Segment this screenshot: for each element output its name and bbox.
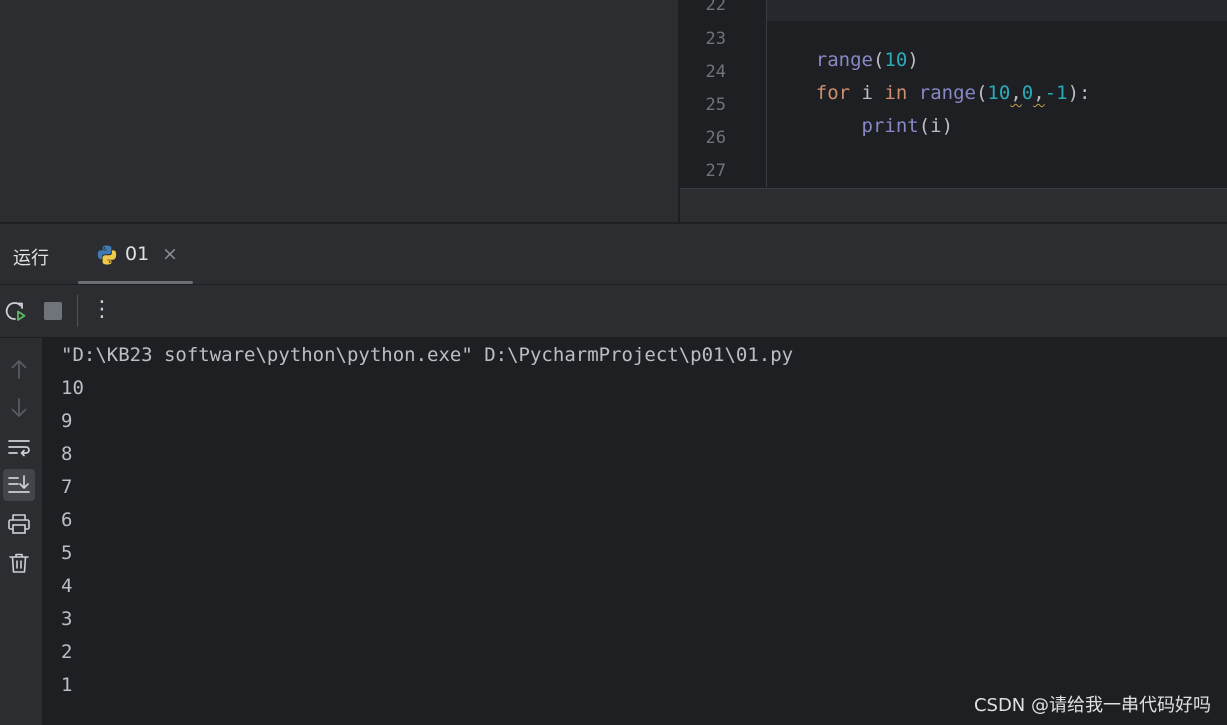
clear-all-button[interactable] <box>4 548 34 578</box>
scroll-to-end-icon <box>8 475 30 493</box>
scroll-to-end-button[interactable] <box>3 469 35 501</box>
stop-icon <box>44 302 62 320</box>
toolbar-separator <box>77 295 78 327</box>
console-output-line: 6 <box>61 509 73 531</box>
printer-icon <box>8 514 30 534</box>
line-number-gutter: 22 23 24 25 26 27 <box>680 0 767 187</box>
stop-button[interactable] <box>40 298 66 324</box>
console-output-line: 7 <box>61 476 73 498</box>
paren-colon: ): <box>1067 82 1091 104</box>
soft-wrap-icon <box>8 440 30 457</box>
line-number: 24 <box>705 62 726 82</box>
run-window-title: 运行 <box>13 248 49 269</box>
code-editor[interactable]: 22 23 24 25 26 27 range(10) for i in ran… <box>680 0 1227 187</box>
console-output-line: 1 <box>61 674 73 696</box>
arrow-up-icon <box>11 360 27 379</box>
comma-warning: , <box>1010 82 1022 104</box>
close-icon[interactable]: × <box>162 243 178 265</box>
print-args: (i) <box>918 115 954 137</box>
console-output-line: 10 <box>61 377 84 399</box>
console-side-toolbar <box>0 338 42 725</box>
console-output-line: 8 <box>61 443 73 465</box>
line-number: 25 <box>705 95 726 115</box>
console-output-line: 3 <box>61 608 73 630</box>
comma-warning: , <box>1033 82 1045 104</box>
console-output-line: 5 <box>61 542 73 564</box>
soft-wrap-button[interactable] <box>4 432 34 462</box>
watermark: CSDN @请给我一串代码好吗 <box>973 695 1211 716</box>
line-number: 22 <box>705 0 726 15</box>
print-button[interactable] <box>4 509 34 539</box>
python-icon <box>96 244 118 270</box>
editor-left-pane <box>0 0 678 222</box>
editor-bottom-area <box>680 188 1227 223</box>
scroll-down-button[interactable] <box>4 393 34 423</box>
run-tab-label: 01 <box>125 243 150 265</box>
current-line-highlight <box>767 0 1227 21</box>
line-number: 27 <box>705 161 726 181</box>
active-tab-indicator <box>78 281 193 284</box>
console-output-line: 4 <box>61 575 73 597</box>
run-toolbar: ⋮ <box>0 285 1227 338</box>
rerun-icon <box>5 302 26 321</box>
scroll-up-button[interactable] <box>4 354 34 384</box>
code-line-25[interactable]: print(i) <box>770 93 954 159</box>
console-output[interactable]: "D:\KB23 software\python\python.exe" D:\… <box>42 338 1227 725</box>
paren: ( <box>975 82 988 104</box>
console-command-line: "D:\KB23 software\python\python.exe" D:\… <box>61 344 794 366</box>
line-number: 23 <box>705 29 726 49</box>
run-tab-01[interactable]: 01 × <box>78 224 193 284</box>
number-literal: 0 <box>1021 82 1034 104</box>
number-literal: 10 <box>987 82 1011 104</box>
trash-icon <box>9 553 29 573</box>
more-options-button[interactable]: ⋮ <box>89 298 115 324</box>
run-tool-window-header: 运行 01 × <box>0 224 1227 285</box>
arrow-down-icon <box>11 398 27 417</box>
number-literal: -1 <box>1044 82 1068 104</box>
console-output-line: 9 <box>61 410 73 432</box>
rerun-button[interactable] <box>3 298 29 324</box>
line-number: 26 <box>705 128 726 148</box>
console-output-line: 2 <box>61 641 73 663</box>
builtin-print: print <box>861 115 919 137</box>
